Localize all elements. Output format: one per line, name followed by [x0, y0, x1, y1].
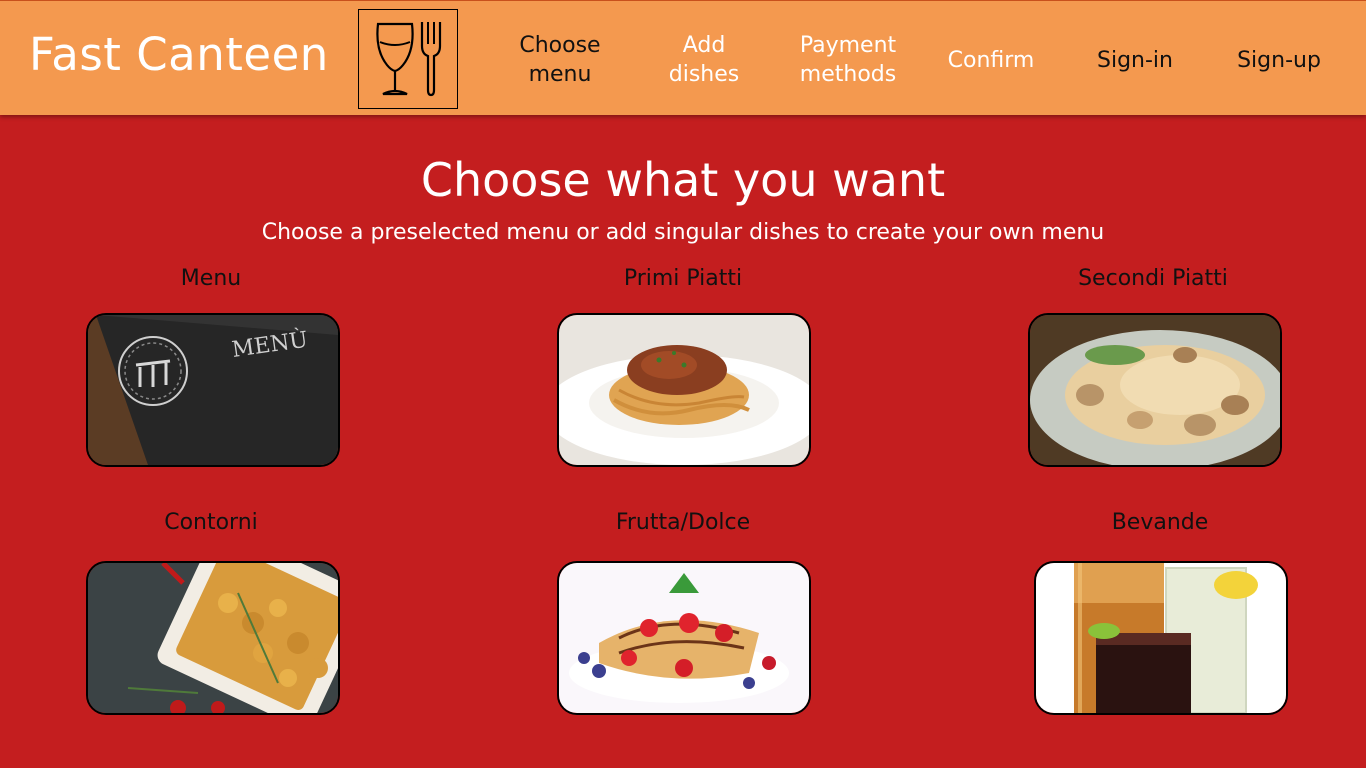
chicken-mushroom-image [1030, 315, 1280, 465]
top-navbar: Fast Canteen Choose menu Add dishes Paymen… [0, 0, 1366, 115]
category-card-bevande[interactable] [1034, 561, 1288, 715]
crepe-berries-image [559, 563, 809, 713]
category-label-contorni: Contorni [164, 510, 258, 535]
category-card-menu[interactable]: MENÙ [86, 313, 340, 467]
category-label-frutta-dolce: Frutta/Dolce [615, 510, 751, 535]
nav-sign-up[interactable]: Sign-up [1209, 30, 1349, 90]
page-title: Choose what you want [420, 153, 946, 207]
category-card-secondi[interactable] [1028, 313, 1282, 467]
category-card-contorni[interactable] [86, 561, 340, 715]
category-label-menu: Menu [180, 266, 242, 291]
brand-title[interactable]: Fast Canteen [29, 28, 329, 81]
category-card-primi[interactable] [557, 313, 811, 467]
menu-book-image: MENÙ [88, 315, 338, 465]
category-label-bevande: Bevande [1111, 510, 1209, 535]
category-card-frutta-dolce[interactable] [557, 561, 811, 715]
pasta-image [559, 315, 809, 465]
category-label-primi: Primi Piatti [623, 266, 743, 291]
nav-sign-in[interactable]: Sign-in [1065, 30, 1205, 90]
page-subtitle: Choose a preselected menu or add singula… [261, 220, 1105, 245]
nav-payment-methods[interactable]: Payment methods [778, 30, 918, 90]
roast-potatoes-image [88, 563, 338, 713]
wine-glass-fork-icon[interactable] [358, 9, 458, 109]
nav-add-dishes[interactable]: Add dishes [634, 30, 774, 90]
nav-choose-menu[interactable]: Choose menu [490, 30, 630, 90]
category-label-secondi: Secondi Piatti [1078, 266, 1228, 291]
drinks-image [1036, 563, 1286, 713]
nav-confirm[interactable]: Confirm [921, 30, 1061, 90]
